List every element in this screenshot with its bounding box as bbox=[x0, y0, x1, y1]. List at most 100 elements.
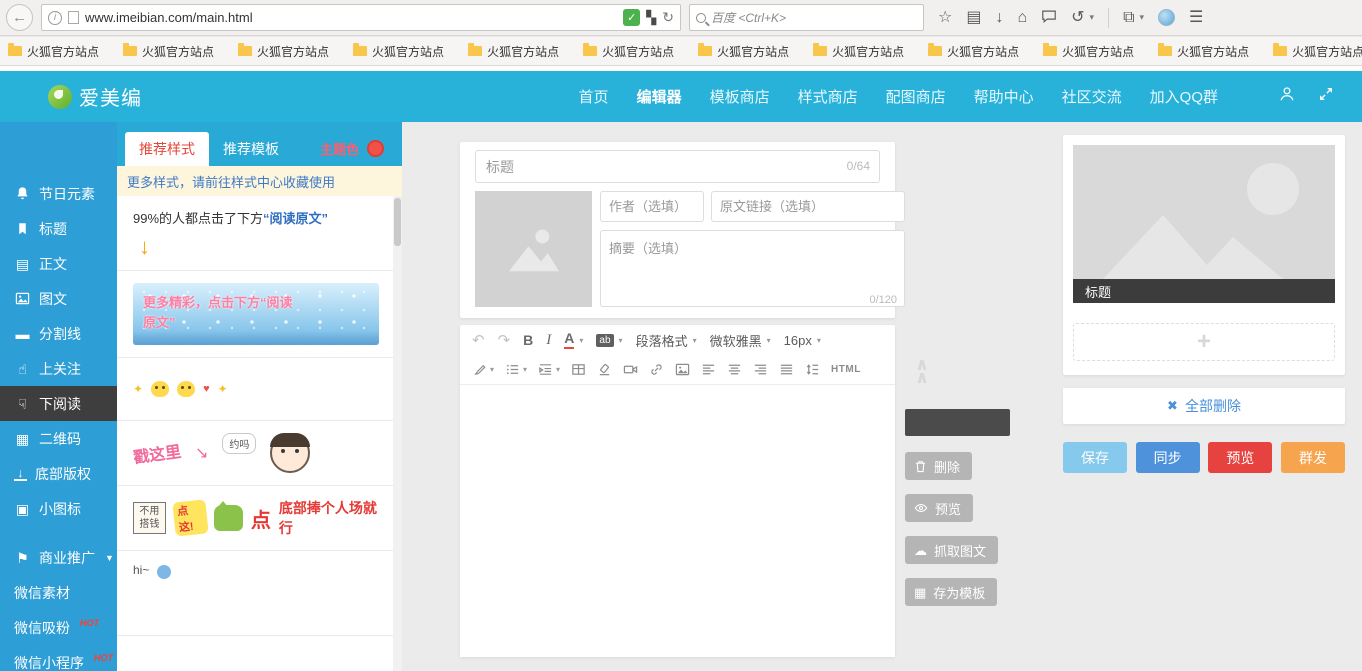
italic-button[interactable]: I bbox=[546, 332, 551, 349]
link-icon[interactable] bbox=[649, 362, 664, 377]
indent-caret-icon[interactable]: ▾ bbox=[556, 365, 560, 374]
format-painter-icon[interactable] bbox=[472, 362, 487, 377]
nav-editor[interactable]: 编辑器 bbox=[637, 86, 682, 107]
refresh-icon[interactable]: ↻ bbox=[662, 9, 674, 26]
sidebar-item-festival-elements[interactable]: 节日元素 bbox=[0, 176, 117, 211]
nav-home[interactable]: 首页 bbox=[579, 86, 609, 107]
save-button[interactable]: 保存 bbox=[1063, 442, 1127, 473]
bookmark-item[interactable]: 火狐官方站点 bbox=[8, 43, 99, 60]
scrollbar-thumb[interactable] bbox=[394, 198, 401, 246]
nav-style-store[interactable]: 样式商店 bbox=[798, 86, 858, 107]
video-icon[interactable] bbox=[623, 362, 638, 377]
editor-content-area[interactable] bbox=[460, 385, 895, 657]
grab-article-button[interactable]: ☁ 抓取图文 bbox=[905, 536, 998, 564]
tab-recommended-templates[interactable]: 推荐模板 bbox=[209, 132, 293, 166]
save-as-template-button[interactable]: ▦ 存为模板 bbox=[905, 578, 997, 606]
tab-groups-icon[interactable]: ⧉ bbox=[1123, 10, 1134, 26]
shield-icon[interactable]: ✓ bbox=[623, 9, 640, 26]
user-icon[interactable] bbox=[1278, 85, 1296, 108]
style-item-click-bottom[interactable]: 不用搭钱 点这! 点 底部捧个人场就行 bbox=[117, 486, 402, 551]
article-thumbnail[interactable] bbox=[1073, 145, 1335, 279]
bookmark-item[interactable]: 火狐官方站点 bbox=[353, 43, 444, 60]
sync-button[interactable]: 同步 bbox=[1136, 442, 1200, 473]
style-item-poke-here[interactable]: 戳这里 ↘ 约吗 bbox=[117, 421, 402, 486]
bookmark-item[interactable]: 火狐官方站点 bbox=[928, 43, 1019, 60]
home-icon[interactable]: ⌂ bbox=[1017, 10, 1027, 26]
sidebar-item-wechat-fans[interactable]: 微信吸粉 HOT bbox=[0, 610, 117, 645]
font-size-dropdown[interactable]: 16px ▾ bbox=[784, 333, 821, 348]
align-left-icon[interactable] bbox=[701, 362, 716, 377]
bookmark-item[interactable]: 火狐官方站点 bbox=[123, 43, 214, 60]
search-input[interactable] bbox=[711, 11, 917, 25]
sidebar-item-body-text[interactable]: ▤ 正文 bbox=[0, 246, 117, 281]
bookmark-item[interactable]: 火狐官方站点 bbox=[1158, 43, 1249, 60]
style-list-scrollbar[interactable] bbox=[393, 196, 402, 671]
nav-join-qq[interactable]: 加入QQ群 bbox=[1150, 86, 1218, 107]
bookmark-item[interactable]: 火狐官方站点 bbox=[238, 43, 329, 60]
font-color-button[interactable]: A bbox=[564, 331, 574, 348]
theme-color-swatch[interactable] bbox=[367, 140, 384, 157]
sidebar-item-image-text[interactable]: 图文 bbox=[0, 281, 117, 316]
sidebar-item-footer-copyright[interactable]: ↓ 底部版权 bbox=[0, 456, 117, 491]
app-logo[interactable]: 爱美编 bbox=[48, 82, 142, 111]
style-item-read-more-text[interactable]: 99%的人都点击了下方“阅读原文” ↓ bbox=[117, 196, 402, 271]
preview-article-button[interactable]: 预览 bbox=[1208, 442, 1272, 473]
nav-template-store[interactable]: 模板商店 bbox=[710, 86, 770, 107]
style-item-hi[interactable]: hi~ bbox=[117, 551, 402, 636]
align-center-icon[interactable] bbox=[727, 362, 742, 377]
paragraph-format-dropdown[interactable]: 段落格式 ▾ bbox=[636, 331, 697, 350]
indent-icon[interactable] bbox=[538, 362, 553, 377]
cover-image-placeholder[interactable] bbox=[475, 191, 592, 307]
author-input[interactable] bbox=[600, 191, 704, 222]
site-info-icon[interactable]: i bbox=[48, 11, 62, 25]
insert-image-icon[interactable] bbox=[675, 362, 690, 377]
tab-recommended-styles[interactable]: 推荐样式 bbox=[125, 132, 209, 166]
bookmark-item[interactable]: 火狐官方站点 bbox=[1043, 43, 1134, 60]
clear-all-button[interactable]: ✖ 全部删除 bbox=[1063, 388, 1345, 424]
source-link-input[interactable] bbox=[711, 191, 905, 222]
style-item-winter-banner[interactable]: 更多精彩，点击下方“阅读原文” bbox=[117, 271, 402, 358]
sidebar-item-follow-top[interactable]: ☝ 上关注 bbox=[0, 351, 117, 386]
history-caret-icon[interactable]: ▾ bbox=[1090, 13, 1095, 22]
add-article-button[interactable]: + bbox=[1073, 323, 1335, 361]
highlight-caret-icon[interactable]: ▾ bbox=[619, 336, 623, 345]
table-icon[interactable] bbox=[571, 362, 586, 377]
search-bar[interactable] bbox=[689, 4, 924, 31]
font-family-dropdown[interactable]: 微软雅黑 ▾ bbox=[710, 331, 771, 350]
mass-send-button[interactable]: 群发 bbox=[1281, 442, 1345, 473]
url-bar[interactable]: i ✓ ▚ ↻ bbox=[41, 4, 681, 31]
history-icon[interactable]: ↺ bbox=[1071, 10, 1084, 26]
fullscreen-icon[interactable] bbox=[1318, 86, 1334, 107]
undo-icon[interactable]: ↶ bbox=[472, 333, 485, 348]
bookmark-item[interactable]: 火狐官方站点 bbox=[698, 43, 789, 60]
bold-button[interactable]: B bbox=[523, 332, 533, 348]
back-button[interactable]: ← bbox=[6, 4, 33, 31]
sidebar-item-divider[interactable]: ▬ 分割线 bbox=[0, 316, 117, 351]
highlight-button[interactable]: ab bbox=[596, 334, 613, 347]
clear-format-icon[interactable] bbox=[597, 362, 612, 377]
style-item-cartoon-emojis[interactable]: ✦ ♥ ✦ bbox=[117, 358, 402, 421]
sidebar-item-title[interactable]: 标题 bbox=[0, 211, 117, 246]
delete-button[interactable]: 删除 bbox=[905, 452, 972, 480]
bookmark-item[interactable]: 火狐官方站点 bbox=[468, 43, 559, 60]
align-justify-icon[interactable] bbox=[779, 362, 794, 377]
preview-button[interactable]: 预览 bbox=[905, 494, 973, 522]
list-caret-icon[interactable]: ▾ bbox=[523, 365, 527, 374]
bookmark-star-icon[interactable]: ☆ bbox=[938, 10, 952, 26]
chat-icon[interactable] bbox=[1041, 8, 1057, 28]
align-right-icon[interactable] bbox=[753, 362, 768, 377]
nav-community[interactable]: 社区交流 bbox=[1062, 86, 1122, 107]
downloads-icon[interactable]: ↓ bbox=[995, 10, 1003, 26]
hovered-action-button[interactable] bbox=[905, 409, 1010, 436]
nav-image-store[interactable]: 配图商店 bbox=[886, 86, 946, 107]
bookmark-item[interactable]: 火狐官方站点 bbox=[813, 43, 904, 60]
nav-help-center[interactable]: 帮助中心 bbox=[974, 86, 1034, 107]
html-mode-button[interactable]: HTML bbox=[831, 364, 861, 375]
account-icon[interactable] bbox=[1158, 9, 1175, 26]
sidebar-item-business-promo[interactable]: ⚑ 商业推广 ▼ bbox=[0, 540, 117, 575]
sidebar-item-wechat-material[interactable]: 微信素材 bbox=[0, 575, 117, 610]
sidebar-item-wechat-miniprogram[interactable]: 微信小程序 HOT bbox=[0, 645, 117, 671]
menu-icon[interactable]: ☰ bbox=[1189, 10, 1203, 26]
collapse-chevrons[interactable]: ∧ ∧ bbox=[907, 358, 937, 384]
tab-groups-caret-icon[interactable]: ▾ bbox=[1140, 13, 1145, 22]
